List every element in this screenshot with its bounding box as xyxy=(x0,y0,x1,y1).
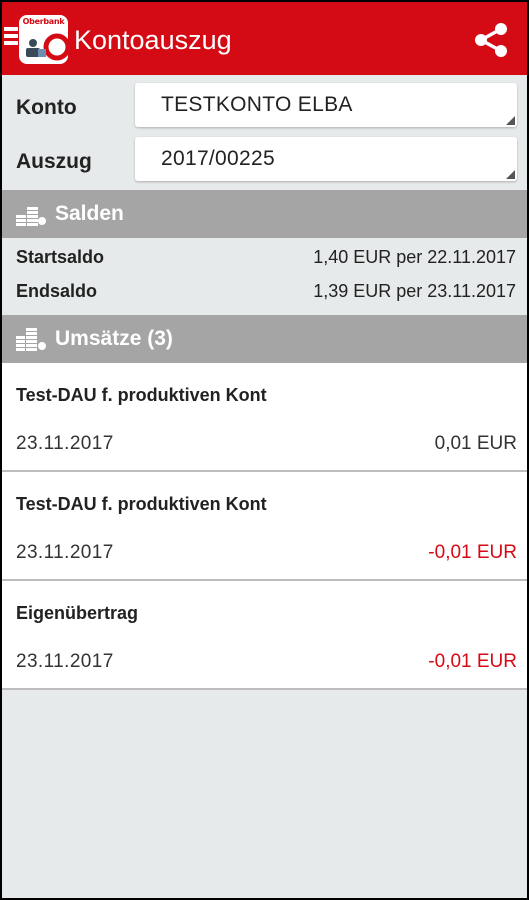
umsaetze-title: Umsätze (3) xyxy=(55,327,173,350)
transaction-list: Test-DAU f. produktiven Kont 23.11.2017 … xyxy=(2,363,527,690)
transaction-description: Test-DAU f. produktiven Kont xyxy=(16,494,267,514)
saldo-label: Startsaldo xyxy=(16,247,105,267)
auszug-label: Auszug xyxy=(16,150,92,173)
share-icon[interactable] xyxy=(472,21,510,59)
saldo-amount: 1,39 EUR per 23.11.2017 xyxy=(313,281,516,301)
transaction-amount: 0,01 EUR xyxy=(434,433,517,454)
oberbank-logo[interactable]: Oberbank xyxy=(19,15,68,64)
transaction-amount: -0,01 EUR xyxy=(428,651,517,672)
saldo-label: Endsaldo xyxy=(16,281,98,301)
menu-icon[interactable] xyxy=(4,27,18,49)
saldo-row-start: Startsaldo 1,40 EUR per 22.11.2017 xyxy=(16,247,516,271)
saldo-row-end: Endsaldo 1,39 EUR per 23.11.2017 xyxy=(16,281,516,305)
dropdown-corner-icon xyxy=(506,170,515,179)
umsaetze-header: Umsätze (3) xyxy=(2,315,527,363)
konto-label: Konto xyxy=(16,96,77,119)
app-bar: Oberbank Kontoauszug xyxy=(2,2,527,75)
coins-icon xyxy=(16,207,46,226)
salden-title: Salden xyxy=(55,202,124,225)
transaction-date: 23.11.2017 xyxy=(16,651,114,672)
screen: Oberbank Kontoauszug Konto TESTKONTO ELB… xyxy=(2,2,527,898)
stacked-coins-icon xyxy=(16,328,46,351)
transaction-row[interactable]: Test-DAU f. produktiven Kont 23.11.2017 … xyxy=(2,472,527,581)
konto-select[interactable]: TESTKONTO ELBA xyxy=(135,83,517,127)
transaction-description: Eigenübertrag xyxy=(16,603,139,623)
saldo-amount: 1,40 EUR per 22.11.2017 xyxy=(313,247,516,267)
auszug-select[interactable]: 2017/00225 xyxy=(135,137,517,181)
account-form: Konto TESTKONTO ELBA Auszug 2017/00225 xyxy=(2,75,527,190)
transaction-amount: -0,01 EUR xyxy=(428,542,517,563)
logo-graphic xyxy=(26,33,68,61)
konto-value: TESTKONTO ELBA xyxy=(161,93,353,116)
salden-header: Salden xyxy=(2,190,527,238)
transaction-date: 23.11.2017 xyxy=(16,542,114,563)
transaction-row[interactable]: Eigenübertrag 23.11.2017 -0,01 EUR xyxy=(2,581,527,690)
transaction-date: 23.11.2017 xyxy=(16,433,114,454)
dropdown-corner-icon xyxy=(506,116,515,125)
page-title: Kontoauszug xyxy=(74,25,232,55)
transaction-description: Test-DAU f. produktiven Kont xyxy=(16,385,267,405)
auszug-value: 2017/00225 xyxy=(161,147,275,170)
transaction-row[interactable]: Test-DAU f. produktiven Kont 23.11.2017 … xyxy=(2,363,527,472)
